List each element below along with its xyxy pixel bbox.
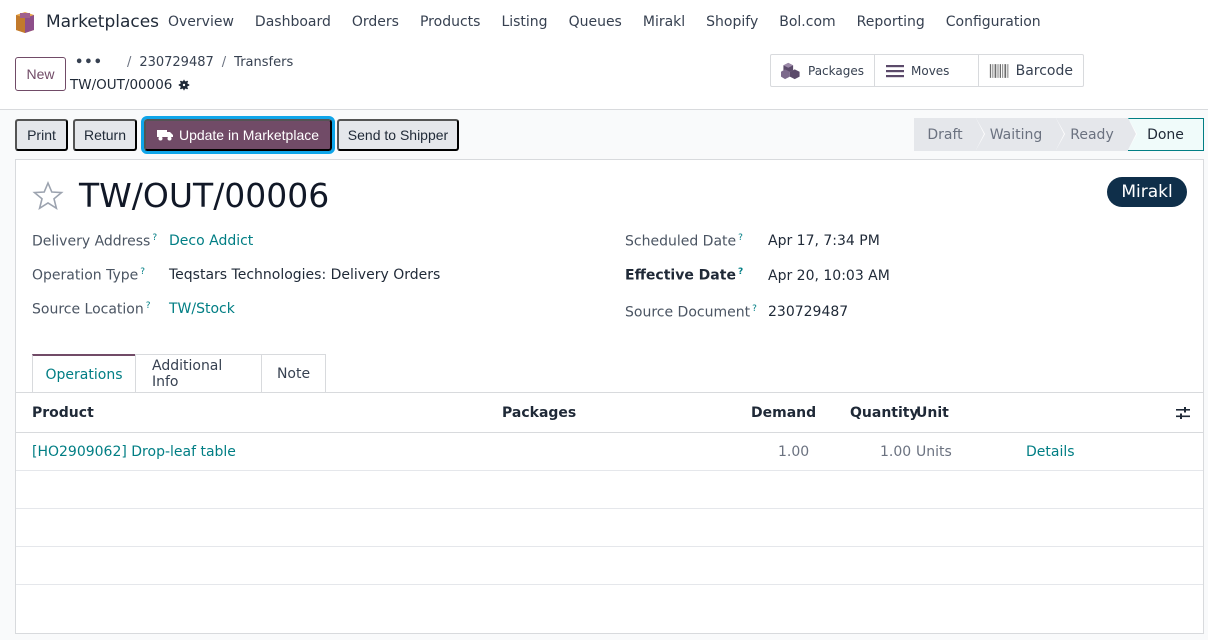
- record-title: TW/OUT/00006: [79, 176, 330, 215]
- table-header: Product Packages Demand Quantity Unit: [16, 393, 1203, 433]
- nav-mirakl[interactable]: Mirakl: [643, 14, 685, 30]
- stage-arrow: [1056, 118, 1064, 150]
- help-tooltip-icon[interactable]: ?: [152, 233, 157, 243]
- smart-buttons: Packages Moves Barcode: [770, 54, 1084, 87]
- form-sheet: TW/OUT/00006 Mirakl Delivery Address? De…: [15, 159, 1204, 634]
- nav-dashboard[interactable]: Dashboard: [255, 14, 331, 30]
- delivery-address-label: Delivery Address?: [32, 233, 158, 250]
- help-tooltip-icon[interactable]: ?: [146, 301, 151, 311]
- marketplace-tag: Mirakl: [1107, 177, 1187, 207]
- stage-waiting-label: Waiting: [989, 126, 1043, 143]
- stage-waiting[interactable]: Waiting: [976, 118, 1065, 151]
- breadcrumb-separator: /: [221, 55, 227, 70]
- barcode-smart-button[interactable]: Barcode: [979, 55, 1083, 86]
- col-unit[interactable]: Unit: [916, 393, 949, 432]
- control-panel: New ••• / 230729487 / Transfers TW/OUT/0…: [0, 46, 1208, 110]
- breadcrumb: ••• / 230729487 / Transfers: [75, 55, 293, 70]
- stage-done[interactable]: Done: [1128, 118, 1204, 151]
- nav-bolcom[interactable]: Bol.com: [779, 14, 835, 30]
- truck-icon: [156, 130, 173, 141]
- gear-icon[interactable]: [178, 79, 190, 91]
- update-in-marketplace-label: Update in Marketplace: [178, 127, 320, 143]
- barcode-icon: [989, 63, 1009, 78]
- delivery-address-field[interactable]: Deco Addict: [169, 233, 253, 249]
- nav-overview[interactable]: Overview: [168, 14, 234, 30]
- col-packages[interactable]: Packages: [502, 393, 576, 432]
- packages-label: Packages: [808, 63, 864, 78]
- stage-draft[interactable]: Draft: [914, 118, 985, 151]
- stage-ready-label: Ready: [1070, 126, 1114, 143]
- nav-shopify[interactable]: Shopify: [706, 14, 758, 30]
- source-document-field[interactable]: 230729487: [768, 304, 848, 320]
- table-row[interactable]: [HO2909062] Drop-leaf table 1.00 1.00 Un…: [16, 433, 1203, 471]
- top-navbar: Marketplaces Overview Dashboard Orders P…: [0, 0, 1208, 46]
- help-tooltip-icon[interactable]: ?: [738, 233, 743, 243]
- barcode-label: Barcode: [1015, 62, 1073, 79]
- stage-draft-label: Draft: [927, 126, 963, 143]
- table-row-empty: [16, 471, 1203, 509]
- help-tooltip-icon[interactable]: ?: [752, 304, 757, 314]
- col-demand[interactable]: Demand: [751, 393, 816, 432]
- row-demand: 1.00: [778, 443, 810, 460]
- moves-smart-button[interactable]: Moves: [875, 55, 979, 86]
- star-icon[interactable]: [32, 180, 64, 212]
- column-settings-icon[interactable]: [1175, 405, 1191, 421]
- tab-note[interactable]: Note: [261, 354, 326, 393]
- scheduled-date-field[interactable]: Apr 17, 7:34 PM: [768, 233, 880, 249]
- breadcrumb-more[interactable]: •••: [75, 55, 103, 70]
- action-bar: Print Return Update in Marketplace Send …: [0, 110, 1208, 158]
- effective-date-label: Effective Date?: [625, 267, 744, 284]
- app-name[interactable]: Marketplaces: [46, 12, 159, 32]
- source-document-label: Source Document?: [625, 304, 757, 321]
- stage-arrow: [976, 118, 984, 150]
- status-bar: Draft Waiting Ready Done: [914, 118, 1204, 151]
- source-location-field[interactable]: TW/Stock: [169, 301, 235, 317]
- col-product[interactable]: Product: [32, 393, 94, 432]
- help-tooltip-icon[interactable]: ?: [140, 267, 145, 277]
- moves-label: Moves: [911, 63, 950, 78]
- source-location-label: Source Location?: [32, 301, 151, 318]
- scheduled-date-label: Scheduled Date?: [625, 233, 743, 250]
- stage-ready[interactable]: Ready: [1056, 118, 1137, 151]
- row-quantity[interactable]: 1.00: [880, 433, 911, 470]
- stage-done-label: Done: [1147, 126, 1184, 143]
- send-to-shipper-button[interactable]: Send to Shipper: [337, 119, 459, 151]
- breadcrumb-separator: /: [126, 55, 132, 70]
- nav-configuration[interactable]: Configuration: [946, 14, 1041, 30]
- breadcrumb-order[interactable]: 230729487: [139, 55, 213, 70]
- update-in-marketplace-button[interactable]: Update in Marketplace: [141, 116, 335, 154]
- breadcrumb-current: TW/OUT/00006: [70, 77, 190, 93]
- current-record-name: TW/OUT/00006: [70, 77, 173, 93]
- row-details-link[interactable]: Details: [1026, 433, 1075, 470]
- table-row-empty: [16, 509, 1203, 547]
- stage-arrow: [1128, 118, 1136, 150]
- help-tooltip-icon[interactable]: ?: [738, 267, 743, 277]
- breadcrumb-transfers[interactable]: Transfers: [234, 55, 293, 70]
- packages-icon: [781, 62, 800, 79]
- row-unit: Units: [916, 443, 952, 460]
- nav-queues[interactable]: Queues: [569, 14, 622, 30]
- row-product[interactable]: [HO2909062] Drop-leaf table: [32, 433, 236, 470]
- nav-menu: Overview Dashboard Orders Products Listi…: [168, 14, 1062, 30]
- tab-operations[interactable]: Operations: [32, 354, 136, 393]
- print-button[interactable]: Print: [15, 119, 68, 151]
- return-button[interactable]: Return: [73, 119, 137, 151]
- operation-type-label: Operation Type?: [32, 267, 146, 284]
- marketplaces-app-icon[interactable]: [13, 10, 37, 34]
- list-icon: [886, 64, 904, 77]
- table-row-empty: [16, 547, 1203, 585]
- effective-date-field[interactable]: Apr 20, 10:03 AM: [768, 268, 890, 284]
- packages-smart-button[interactable]: Packages: [771, 55, 875, 86]
- nav-reporting[interactable]: Reporting: [857, 14, 925, 30]
- operation-type-field[interactable]: Teqstars Technologies: Delivery Orders: [169, 267, 440, 283]
- tab-additional-info[interactable]: Additional Info: [135, 354, 262, 393]
- nav-listing[interactable]: Listing: [501, 14, 547, 30]
- new-button[interactable]: New: [15, 57, 66, 91]
- nav-orders[interactable]: Orders: [352, 14, 399, 30]
- col-quantity[interactable]: Quantity: [850, 393, 919, 432]
- operations-table: Product Packages Demand Quantity Unit [H…: [16, 392, 1203, 585]
- nav-products[interactable]: Products: [420, 14, 480, 30]
- notebook-tabs: Operations Additional Info Note: [32, 354, 326, 393]
